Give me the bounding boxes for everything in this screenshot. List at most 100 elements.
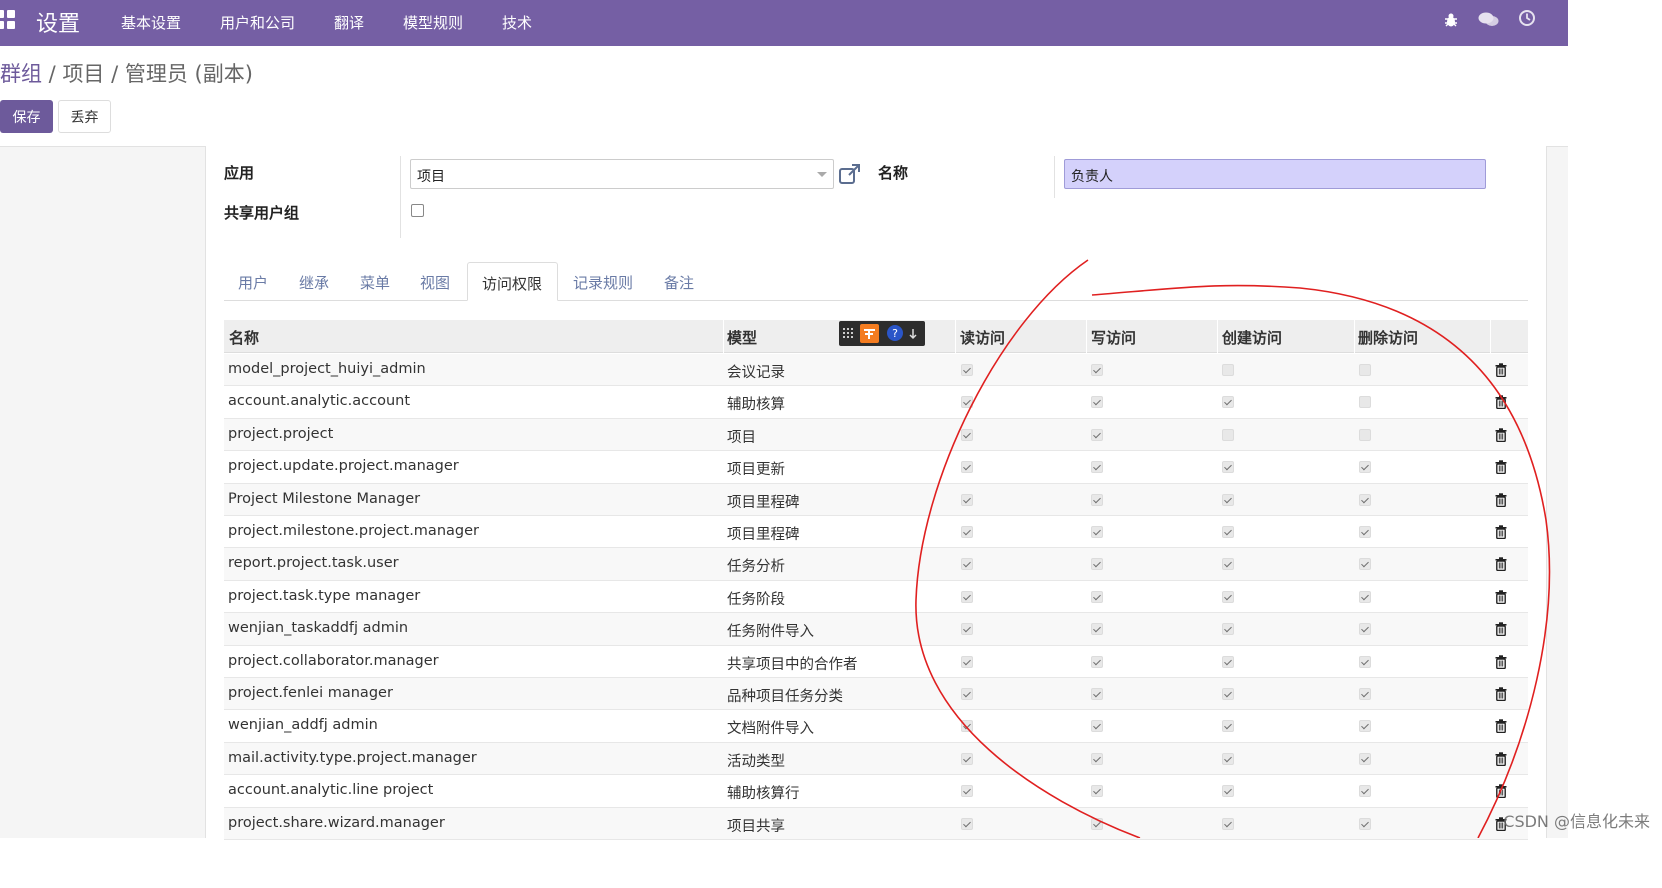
tab-views[interactable]: 视图 bbox=[420, 262, 450, 301]
row-name[interactable]: project.share.wizard.manager bbox=[228, 815, 445, 831]
discard-button[interactable]: 丢弃 bbox=[58, 100, 111, 133]
delete-access-checkbox[interactable] bbox=[1359, 396, 1371, 409]
table-row[interactable]: wenjian_taskaddfj admin 任务附件导入 bbox=[224, 613, 1528, 646]
create-access-checkbox[interactable] bbox=[1222, 655, 1234, 668]
create-access-checkbox[interactable] bbox=[1222, 364, 1234, 376]
trash-delete-icon[interactable] bbox=[1495, 492, 1507, 507]
create-access-checkbox[interactable] bbox=[1222, 558, 1234, 571]
tab-menus[interactable]: 菜单 bbox=[360, 262, 390, 301]
table-row[interactable]: project.project 项目 bbox=[224, 418, 1528, 452]
create-access-checkbox[interactable] bbox=[1222, 720, 1234, 733]
write-access-checkbox[interactable] bbox=[1091, 493, 1103, 506]
header-read[interactable]: 读访问 bbox=[960, 327, 1005, 348]
write-access-checkbox[interactable] bbox=[1091, 364, 1103, 376]
create-access-checkbox[interactable] bbox=[1222, 590, 1234, 603]
row-name[interactable]: model_project_huiyi_admin bbox=[228, 361, 426, 377]
delete-access-checkbox[interactable] bbox=[1359, 493, 1371, 506]
write-access-checkbox[interactable] bbox=[1091, 752, 1103, 765]
row-name[interactable]: account.analytic.line project bbox=[228, 782, 433, 798]
tab-record-rules[interactable]: 记录规则 bbox=[573, 262, 633, 301]
table-row[interactable]: project.task.type manager 任务阶段 bbox=[224, 581, 1528, 614]
header-create[interactable]: 创建访问 bbox=[1222, 327, 1282, 348]
activity-clock-icon[interactable] bbox=[1518, 9, 1536, 27]
name-input[interactable]: 负责人 bbox=[1064, 159, 1486, 189]
trash-delete-icon[interactable] bbox=[1495, 654, 1507, 669]
table-row[interactable]: project.share.wizard.manager 项目共享 bbox=[224, 807, 1528, 840]
dropdown-caret-icon[interactable] bbox=[817, 172, 827, 177]
write-access-checkbox[interactable] bbox=[1091, 558, 1103, 571]
external-link-icon[interactable] bbox=[838, 162, 862, 186]
menu-technical[interactable]: 技术 bbox=[502, 12, 532, 33]
read-access-checkbox[interactable] bbox=[961, 720, 973, 733]
read-access-checkbox[interactable] bbox=[961, 817, 973, 830]
delete-access-checkbox[interactable] bbox=[1359, 590, 1371, 603]
row-name[interactable]: project.project bbox=[228, 426, 333, 442]
table-row[interactable]: Project Milestone Manager 项目里程碑 bbox=[224, 483, 1528, 516]
row-model[interactable]: 文档附件导入 bbox=[727, 717, 814, 738]
delete-access-checkbox[interactable] bbox=[1359, 623, 1371, 636]
create-access-checkbox[interactable] bbox=[1222, 493, 1234, 506]
trash-delete-icon[interactable] bbox=[1495, 622, 1507, 637]
row-model[interactable]: 共享项目中的合作者 bbox=[727, 653, 858, 674]
row-name[interactable]: project.fenlei manager bbox=[228, 685, 393, 701]
row-name[interactable]: project.task.type manager bbox=[228, 588, 420, 604]
row-model[interactable]: 任务分析 bbox=[727, 555, 785, 576]
write-access-checkbox[interactable] bbox=[1091, 785, 1103, 798]
trash-delete-icon[interactable] bbox=[1495, 460, 1507, 475]
read-access-checkbox[interactable] bbox=[961, 688, 973, 700]
write-access-checkbox[interactable] bbox=[1091, 396, 1103, 409]
row-model[interactable]: 项目里程碑 bbox=[727, 523, 800, 544]
read-access-checkbox[interactable] bbox=[961, 590, 973, 603]
row-model[interactable]: 辅助核算行 bbox=[727, 782, 800, 803]
trash-delete-icon[interactable] bbox=[1495, 784, 1507, 799]
trash-delete-icon[interactable] bbox=[1495, 525, 1507, 539]
header-name[interactable]: 名称 bbox=[229, 327, 259, 348]
debug-bug-icon[interactable] bbox=[1443, 12, 1459, 28]
table-row[interactable]: account.analytic.line project 辅助核算行 bbox=[224, 775, 1528, 808]
trash-delete-icon[interactable] bbox=[1495, 719, 1507, 734]
row-model[interactable]: 辅助核算 bbox=[727, 393, 785, 414]
table-row[interactable]: mail.activity.type.project.manager 活动类型 bbox=[224, 742, 1528, 776]
menu-translations[interactable]: 翻译 bbox=[334, 12, 364, 33]
delete-access-checkbox[interactable] bbox=[1359, 720, 1371, 733]
write-access-checkbox[interactable] bbox=[1091, 428, 1103, 441]
write-access-checkbox[interactable] bbox=[1091, 817, 1103, 830]
delete-access-checkbox[interactable] bbox=[1359, 461, 1371, 474]
table-row[interactable]: project.update.project.manager 项目更新 bbox=[224, 451, 1528, 484]
tab-notes[interactable]: 备注 bbox=[664, 262, 694, 301]
trash-delete-icon[interactable] bbox=[1495, 752, 1507, 766]
read-access-checkbox[interactable] bbox=[961, 785, 973, 798]
row-model[interactable]: 项目 bbox=[727, 426, 756, 447]
header-model[interactable]: 模型 bbox=[727, 327, 757, 348]
delete-access-checkbox[interactable] bbox=[1359, 364, 1371, 376]
create-access-checkbox[interactable] bbox=[1222, 817, 1234, 830]
read-access-checkbox[interactable] bbox=[961, 428, 973, 441]
row-name[interactable]: mail.activity.type.project.manager bbox=[228, 750, 477, 766]
create-access-checkbox[interactable] bbox=[1222, 752, 1234, 765]
create-access-checkbox[interactable] bbox=[1222, 428, 1234, 441]
save-button[interactable]: 保存 bbox=[0, 100, 53, 133]
write-access-checkbox[interactable] bbox=[1091, 720, 1103, 733]
write-access-checkbox[interactable] bbox=[1091, 688, 1103, 700]
create-access-checkbox[interactable] bbox=[1222, 526, 1234, 538]
trash-delete-icon[interactable] bbox=[1495, 363, 1507, 377]
create-access-checkbox[interactable] bbox=[1222, 623, 1234, 636]
row-model[interactable]: 会议记录 bbox=[727, 361, 785, 382]
write-access-checkbox[interactable] bbox=[1091, 623, 1103, 636]
trash-delete-icon[interactable] bbox=[1495, 590, 1507, 604]
row-model[interactable]: 项目更新 bbox=[727, 458, 785, 479]
trash-delete-icon[interactable] bbox=[1495, 428, 1507, 442]
delete-access-checkbox[interactable] bbox=[1359, 428, 1371, 441]
table-row[interactable]: model_project_huiyi_admin 会议记录 bbox=[224, 354, 1528, 387]
app-title[interactable]: 设置 bbox=[36, 6, 80, 38]
row-model[interactable]: 活动类型 bbox=[727, 750, 785, 771]
menu-basic-settings[interactable]: 基本设置 bbox=[121, 12, 181, 33]
row-name[interactable]: wenjian_taskaddfj admin bbox=[228, 620, 408, 636]
write-access-checkbox[interactable] bbox=[1091, 655, 1103, 668]
row-name[interactable]: project.collaborator.manager bbox=[228, 653, 439, 669]
application-select[interactable]: 项目 bbox=[410, 159, 834, 189]
shared-group-checkbox[interactable] bbox=[411, 204, 424, 217]
read-access-checkbox[interactable] bbox=[961, 623, 973, 636]
write-access-checkbox[interactable] bbox=[1091, 526, 1103, 538]
write-access-checkbox[interactable] bbox=[1091, 590, 1103, 603]
